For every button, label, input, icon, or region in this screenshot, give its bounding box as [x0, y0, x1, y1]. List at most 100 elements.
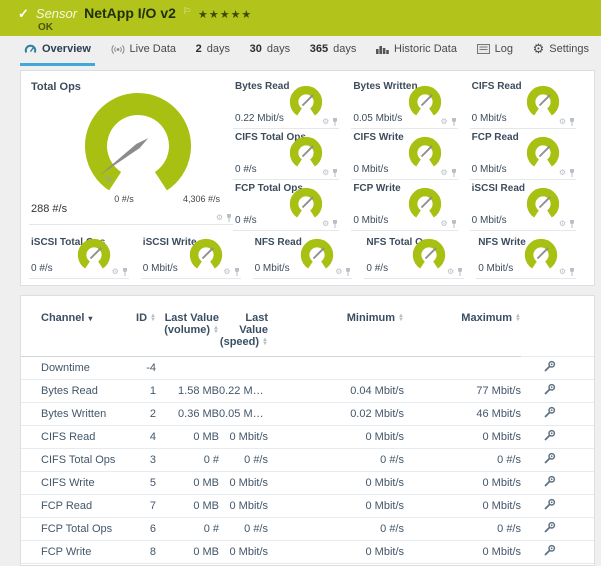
- gauge-value: 0 Mbit/s: [472, 164, 507, 175]
- channel-settings-icon[interactable]: [543, 406, 556, 422]
- gauge-value: 0 #/s: [366, 263, 388, 274]
- pin-icon[interactable]: [568, 267, 576, 276]
- pin-icon[interactable]: [450, 219, 458, 228]
- gauge-dial: [524, 185, 562, 223]
- pin-icon[interactable]: [331, 168, 339, 177]
- gear-icon[interactable]: ⚙: [559, 118, 566, 126]
- channel-settings-icon[interactable]: [543, 452, 556, 468]
- gauge-title: iSCSI Read: [472, 183, 525, 194]
- table-header-row: Channel▾ ID▲▼ Last Value (volume)▲▼ Last…: [21, 298, 595, 357]
- sort-icon[interactable]: ▲▼: [398, 314, 404, 322]
- pin-icon[interactable]: [568, 117, 576, 126]
- tab-30-days[interactable]: 30 days: [246, 43, 295, 66]
- pin-icon[interactable]: [331, 117, 339, 126]
- cell-id: 7: [121, 495, 156, 518]
- gauge-dial: [524, 83, 562, 121]
- sort-icon[interactable]: ▲▼: [213, 326, 219, 334]
- gear-icon[interactable]: ⚙: [440, 118, 447, 126]
- col-header-maximum[interactable]: Maximum▲▼: [404, 298, 521, 357]
- channel-settings-icon[interactable]: [543, 498, 556, 514]
- sort-icon[interactable]: ▲▼: [262, 338, 268, 346]
- gauge-value: 0 Mbit/s: [353, 164, 388, 175]
- tab-overview[interactable]: Overview: [20, 43, 95, 66]
- gauge-tile: iSCSI Write0 Mbit/s⚙: [141, 233, 253, 278]
- gear-icon[interactable]: ⚙: [216, 214, 223, 222]
- gauge-tile: Bytes Read0.22 Mbit/s⚙: [233, 77, 351, 128]
- gear-icon[interactable]: ⚙: [335, 268, 342, 276]
- pin-icon[interactable]: [568, 168, 576, 177]
- cell-minimum: 0 #/s: [268, 449, 404, 472]
- channel-settings-icon[interactable]: [543, 383, 556, 399]
- pin-icon[interactable]: [121, 267, 129, 276]
- col-header-last-value-volume[interactable]: Last Value (volume)▲▼: [156, 298, 219, 357]
- gear-icon[interactable]: ⚙: [322, 220, 329, 228]
- tile-actions: ⚙: [447, 267, 464, 276]
- channel-settings-icon[interactable]: [543, 521, 556, 537]
- col-header-last-value-speed[interactable]: Last Value (speed)▲▼: [219, 298, 268, 357]
- pin-icon[interactable]: [225, 213, 233, 222]
- sort-desc-icon[interactable]: ▾: [88, 314, 92, 323]
- tab-log[interactable]: Log: [473, 43, 517, 66]
- gauge-tile: CIFS Write0 Mbit/s⚙: [351, 128, 469, 179]
- gear-icon[interactable]: ⚙: [559, 169, 566, 177]
- channel-settings-icon[interactable]: [543, 544, 556, 560]
- pin-icon[interactable]: [450, 168, 458, 177]
- col-header-channel[interactable]: Channel▾: [21, 298, 121, 357]
- tab-label: Log: [495, 43, 513, 55]
- pin-icon[interactable]: [344, 267, 352, 276]
- gear-icon[interactable]: ⚙: [322, 118, 329, 126]
- channel-settings-icon[interactable]: [543, 475, 556, 491]
- tab-settings[interactable]: ⚙ Settings: [529, 43, 593, 66]
- channel-settings-icon[interactable]: [543, 360, 556, 376]
- pin-icon[interactable]: [233, 267, 241, 276]
- small-gauge-row: iSCSI Total Ops0 #/s⚙iSCSI Write0 Mbit/s…: [29, 233, 588, 278]
- cell-channel: CIFS Total Ops: [21, 449, 121, 472]
- gauge-scale-max: 4,306 #/s: [164, 194, 239, 204]
- gear-icon[interactable]: ⚙: [223, 268, 230, 276]
- cell-minimum: [268, 357, 404, 380]
- table-row: FCP Write80 MB0 Mbit/s0 Mbit/s0 Mbit/s: [21, 541, 595, 564]
- cell-maximum: 77 Mbit/s: [404, 380, 521, 403]
- gauge-value: 0 #/s: [235, 215, 257, 226]
- cell-last-value-volume: 0 MB: [156, 426, 219, 449]
- cell-minimum: 0 Mbit/s: [268, 495, 404, 518]
- col-header-id[interactable]: ID▲▼: [121, 298, 156, 357]
- pin-icon[interactable]: [331, 219, 339, 228]
- col-header-minimum[interactable]: Minimum▲▼: [268, 298, 404, 357]
- cell-last-value-volume: 0 #: [156, 449, 219, 472]
- flag-icon[interactable]: ⚐: [183, 6, 191, 17]
- channels-table-panel: Channel▾ ID▲▼ Last Value (volume)▲▼ Last…: [20, 295, 595, 566]
- pin-icon[interactable]: [450, 117, 458, 126]
- channel-settings-icon[interactable]: [543, 429, 556, 445]
- gauge-tile: NFS Total Ops0 #/s⚙: [364, 233, 476, 278]
- cell-channel: FCP Write: [21, 541, 121, 564]
- sort-icon[interactable]: ▲▼: [150, 314, 156, 322]
- gear-icon[interactable]: ⚙: [440, 220, 447, 228]
- tab-number: 30: [250, 43, 262, 55]
- gauge-dial: [406, 83, 444, 121]
- tab-historic-data[interactable]: Historic Data: [372, 43, 461, 66]
- gauge-dial: [298, 236, 336, 274]
- gear-icon[interactable]: ⚙: [322, 169, 329, 177]
- gauge-value: 0.05 Mbit/s: [353, 113, 402, 124]
- col-header-actions: [521, 298, 595, 357]
- tile-actions: ⚙: [440, 117, 457, 126]
- tile-actions: ⚙: [559, 117, 576, 126]
- tab-live-data[interactable]: Live Data: [107, 43, 180, 66]
- pin-icon[interactable]: [456, 267, 464, 276]
- gear-icon[interactable]: ⚙: [559, 268, 566, 276]
- table-body: Downtime-4Bytes Read11.58 MB0.22 Mbit/s0…: [21, 357, 595, 566]
- gear-icon[interactable]: ⚙: [440, 169, 447, 177]
- channels-table: Channel▾ ID▲▼ Last Value (volume)▲▼ Last…: [21, 298, 595, 566]
- tab-2-days[interactable]: 2 days: [192, 43, 234, 66]
- pin-icon[interactable]: [568, 219, 576, 228]
- sort-icon[interactable]: ▲▼: [515, 314, 521, 322]
- tab-365-days[interactable]: 365 days: [306, 43, 361, 66]
- gauge-dial: [522, 236, 560, 274]
- gear-icon[interactable]: ⚙: [559, 220, 566, 228]
- priority-stars[interactable]: ★★★★★: [198, 8, 252, 21]
- gauge-value: 0 Mbit/s: [478, 263, 513, 274]
- table-row: CIFS Read40 MB0 Mbit/s0 Mbit/s0 Mbit/s: [21, 426, 595, 449]
- gear-icon[interactable]: ⚙: [447, 268, 454, 276]
- gear-icon[interactable]: ⚙: [112, 268, 119, 276]
